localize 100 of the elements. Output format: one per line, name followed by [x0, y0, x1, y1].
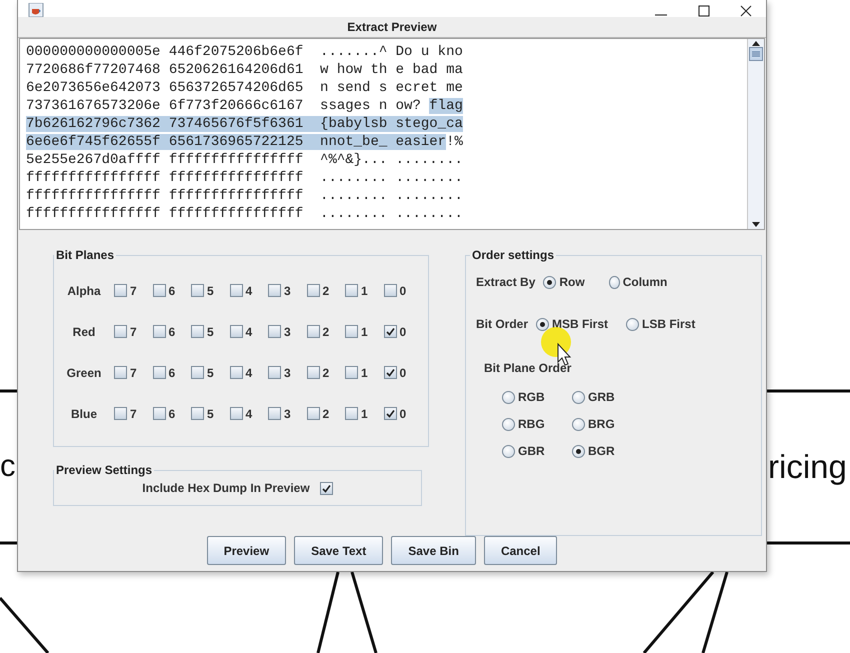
- checkbox[interactable]: [384, 325, 396, 338]
- checkbox[interactable]: [345, 284, 358, 297]
- bit-label: 4: [246, 284, 252, 298]
- checkbox[interactable]: [268, 407, 281, 420]
- checkbox[interactable]: [191, 407, 204, 420]
- dialog-button[interactable]: Save Bin: [391, 536, 476, 565]
- channel-label: Red: [72, 324, 96, 338]
- bit-label: 5: [207, 284, 214, 298]
- radio-button[interactable]: [502, 418, 515, 430]
- radio-button[interactable]: [572, 418, 585, 430]
- radio-button[interactable]: [572, 390, 585, 404]
- bit-label: 6: [168, 324, 176, 338]
- bit-label: 5: [207, 366, 214, 380]
- bit-label: 3: [284, 406, 291, 420]
- scroll-thumb[interactable]: [749, 47, 763, 61]
- bit-label: 6: [168, 284, 176, 298]
- diagram-line: [0, 389, 19, 393]
- radio-label: RGB: [518, 390, 545, 404]
- group-title: Preview Settings: [55, 463, 154, 477]
- radio-label: BRG: [588, 417, 615, 431]
- checkbox[interactable]: [345, 325, 358, 338]
- checkbox[interactable]: [230, 325, 242, 338]
- radio-label: MSB First: [552, 317, 608, 331]
- checkbox[interactable]: [345, 407, 358, 420]
- checkbox[interactable]: [268, 284, 281, 297]
- dialog-button[interactable]: Cancel: [484, 536, 558, 565]
- checkbox[interactable]: [114, 325, 127, 338]
- checkbox[interactable]: [306, 325, 320, 338]
- checkbox[interactable]: [152, 284, 166, 297]
- checkbox[interactable]: [152, 366, 166, 379]
- bit-label: 5: [207, 406, 214, 420]
- radio-button[interactable]: [543, 276, 556, 288]
- bit-label: 1: [361, 324, 368, 338]
- radio-button[interactable]: [626, 318, 640, 330]
- bit-label: 3: [284, 284, 291, 298]
- bit-label: 1: [361, 366, 368, 380]
- checkbox[interactable]: [306, 366, 320, 379]
- checkbox[interactable]: [384, 407, 396, 420]
- radio-label: Row: [559, 275, 585, 289]
- vertical-scrollbar[interactable]: [747, 39, 764, 229]
- bit-label: 0: [400, 284, 406, 298]
- radio-label: GBR: [518, 444, 545, 458]
- checkbox[interactable]: [384, 284, 396, 297]
- checkbox[interactable]: [191, 284, 204, 297]
- checkbox[interactable]: [191, 325, 204, 338]
- radio-button[interactable]: [502, 390, 515, 404]
- hex-dump-line: ffffffffffffffff ffffffffffffffff ........ ........: [26, 205, 464, 223]
- checkbox[interactable]: [230, 284, 242, 297]
- checkbox[interactable]: [268, 325, 281, 338]
- bit-label: 4: [246, 366, 252, 380]
- checkbox[interactable]: [306, 284, 320, 297]
- bit-label: 2: [322, 324, 330, 338]
- checkbox[interactable]: [230, 407, 242, 420]
- checkbox[interactable]: [268, 366, 281, 379]
- dialog-button[interactable]: Save Text: [294, 536, 384, 565]
- checkbox[interactable]: [345, 366, 358, 379]
- radio-button[interactable]: [609, 276, 620, 288]
- down-arrow-icon[interactable]: [751, 221, 761, 229]
- dialog-button[interactable]: Preview: [206, 536, 286, 565]
- hex-dump-line: 6e6e6f745f62655f 6561736965722125 nnot_be_ easier!%: [26, 133, 464, 151]
- checkbox[interactable]: [114, 284, 127, 297]
- bit-label: 0: [400, 406, 406, 420]
- radio-label: LSB First: [642, 317, 696, 331]
- radio-button[interactable]: [572, 444, 585, 458]
- bit-label: 2: [322, 366, 330, 380]
- checkbox[interactable]: [320, 482, 333, 494]
- bit-label: 7: [130, 366, 137, 380]
- checkbox[interactable]: [191, 366, 204, 379]
- bit-label: 5: [207, 324, 214, 338]
- bit-label: 4: [246, 406, 252, 420]
- radio-button[interactable]: [536, 318, 550, 330]
- bit-label: 7: [130, 284, 137, 298]
- diagram-line: [0, 596, 50, 653]
- checkbox[interactable]: [230, 366, 242, 379]
- checkbox[interactable]: [306, 407, 320, 420]
- bit-label: 1: [361, 284, 368, 298]
- checkbox[interactable]: [384, 366, 396, 379]
- bit-label: 7: [130, 406, 137, 420]
- hex-dump-line: 5e255e267d0affff ffffffffffffffff ^%^&}... ........: [26, 151, 464, 169]
- radio-label: RBG: [518, 417, 545, 431]
- bit-label: 2: [322, 406, 330, 420]
- bit-label: 1: [361, 406, 368, 420]
- channel-label: Green: [66, 366, 102, 380]
- bit-label: 2: [322, 284, 330, 298]
- diagram-line: [0, 541, 19, 545]
- hex-dump-line: 000000000000005e 446f2075206b6e6f .......^ Do u kno: [26, 43, 464, 61]
- checkbox[interactable]: [114, 407, 127, 420]
- bit-label: 4: [246, 324, 252, 338]
- hex-dump-line: 6e2073656e642073 6563726574206d65 n send s ecret me: [26, 79, 464, 97]
- bit-label: 0: [400, 366, 406, 380]
- setting-label: Bit Order: [476, 317, 528, 331]
- maximize-icon[interactable]: [698, 5, 710, 17]
- hex-dump-line: 737361676573206e 6f773f20666c6167 ssages n ow? flag: [26, 97, 464, 115]
- close-icon[interactable]: [740, 5, 752, 17]
- checkbox[interactable]: [114, 366, 127, 379]
- radio-button[interactable]: [502, 444, 515, 458]
- checkbox[interactable]: [152, 325, 166, 338]
- checkbox[interactable]: [152, 407, 166, 420]
- bit-label: 7: [130, 324, 137, 338]
- up-arrow-icon[interactable]: [751, 39, 761, 47]
